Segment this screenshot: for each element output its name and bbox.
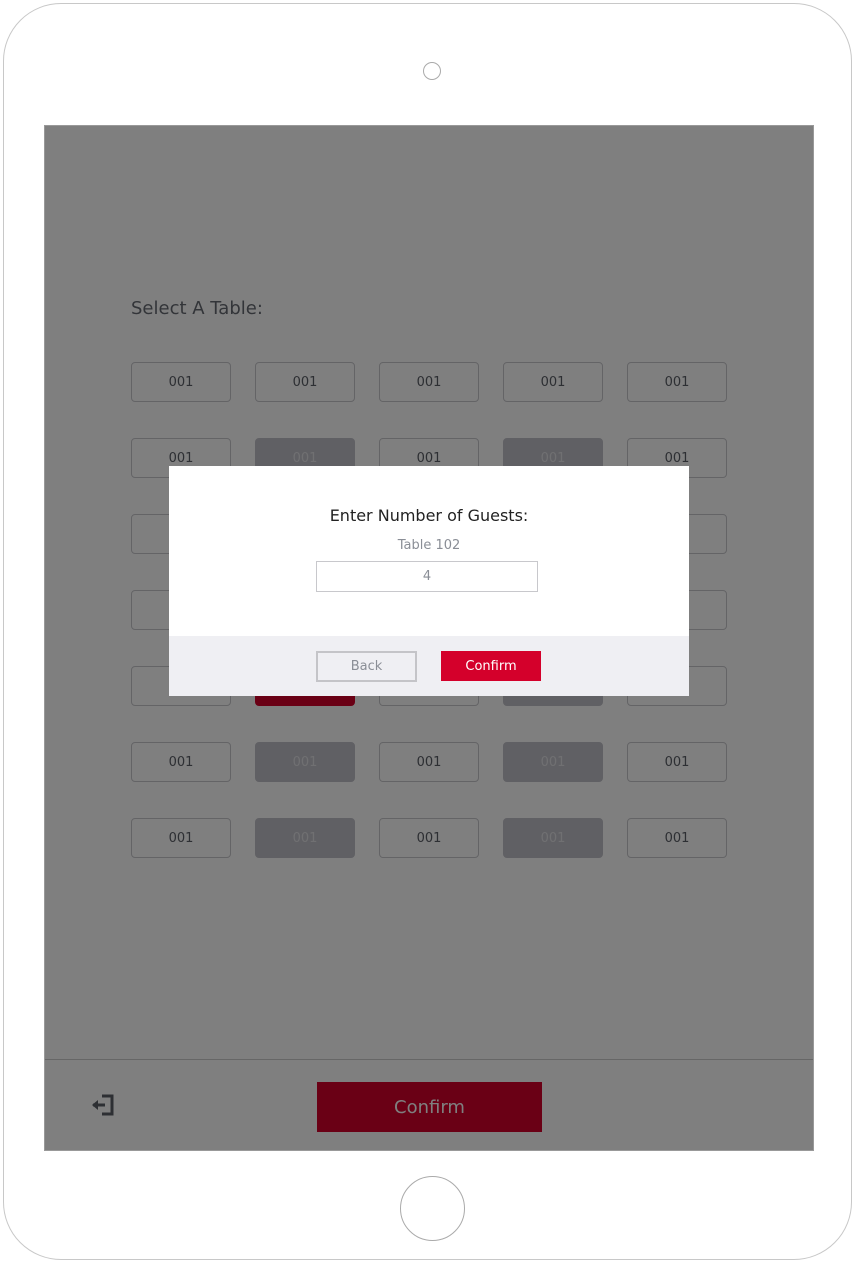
camera <box>423 62 441 80</box>
table-name: Table 102 <box>397 538 461 553</box>
dialog-title: Enter Number of Guests: <box>329 506 529 525</box>
home-button[interactable] <box>400 1176 465 1241</box>
guests-dialog: Enter Number of Guests: Table 102 Back C… <box>169 466 689 696</box>
back-button[interactable]: Back <box>316 651 417 682</box>
dialog-footer: Back Confirm <box>169 636 689 696</box>
dialog-confirm-button[interactable]: Confirm <box>441 651 541 681</box>
guests-input[interactable] <box>316 561 538 592</box>
